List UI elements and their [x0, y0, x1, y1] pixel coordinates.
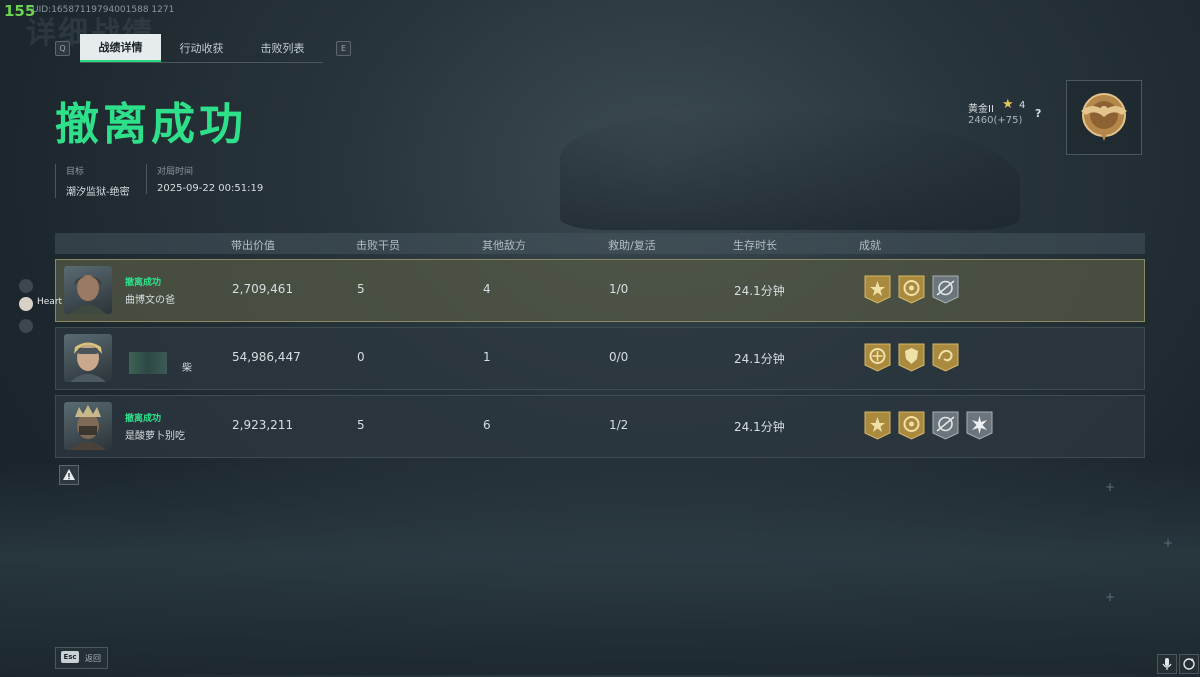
table-row[interactable]: 撤离成功 曲博文の爸 2,709,461 5 4 1/0 24.1分钟	[55, 259, 1145, 322]
player-name: 是酸萝卜别吃	[125, 431, 185, 442]
decor-plus: +	[1163, 536, 1174, 550]
other-kills: 1	[483, 350, 491, 364]
uid-label: UID:16587119794001588 1271	[32, 5, 175, 15]
help-icon[interactable]: ?	[1035, 107, 1041, 120]
survival-time: 24.1分钟	[734, 284, 785, 298]
table-header: 带出价值 击败干员 其他敌方 救助/复活 生存时长 成就	[55, 233, 1145, 254]
target-block: 目标 潮汐监狱-绝密	[55, 164, 130, 198]
side-avatar-placeholder	[19, 319, 33, 333]
extract-value: 54,986,447	[232, 350, 301, 364]
operator-kills: 0	[357, 350, 365, 364]
gold-circle-medal-icon[interactable]	[898, 275, 925, 304]
tab-bar: 战绩详情 行动收获 击败列表	[80, 34, 323, 63]
decor-plus: +	[1105, 590, 1116, 604]
refresh-button[interactable]	[1179, 654, 1199, 674]
back-button[interactable]: Esc 返回	[55, 647, 108, 669]
header-value: 带出价值	[231, 239, 275, 252]
rank-stars: 4	[1019, 100, 1026, 111]
side-player-label[interactable]: Heart	[37, 297, 62, 307]
assist-revive: 0/0	[609, 350, 629, 364]
header-survival: 生存时长	[733, 239, 777, 252]
silver-crosshair-medal-icon[interactable]	[932, 275, 959, 304]
esc-key: Esc	[61, 651, 79, 663]
assist-revive: 1/2	[609, 418, 629, 432]
extract-value: 2,923,211	[232, 418, 294, 432]
target-label: 目标	[66, 167, 85, 177]
other-kills: 4	[483, 282, 491, 296]
extract-value: 2,709,461	[232, 282, 294, 296]
name-mask	[129, 352, 167, 374]
fps-counter: 155	[4, 2, 36, 20]
background-haze	[0, 460, 1200, 675]
player-name: 曲博文の爸	[125, 295, 175, 306]
silver-burst-medal-icon[interactable]	[966, 411, 993, 440]
operator-kills: 5	[357, 418, 365, 432]
decor-plus: +	[1105, 480, 1116, 494]
header-others: 其他敌方	[482, 239, 526, 252]
time-block: 对局时间 2025-09-22 00:51:19	[146, 164, 263, 194]
other-kills: 6	[483, 418, 491, 432]
tab-kill-list[interactable]: 击败列表	[242, 34, 323, 62]
gold-circle-medal-icon[interactable]	[898, 411, 925, 440]
back-label: 返回	[85, 654, 101, 663]
gold-shield-medal-icon[interactable]	[898, 343, 925, 372]
report-button[interactable]	[59, 465, 79, 485]
survival-time: 24.1分钟	[734, 420, 785, 434]
player-name: 柴	[182, 363, 192, 374]
rank-name: 黄金II	[968, 104, 994, 115]
table-row[interactable]: 柴 54,986,447 0 1 0/0 24.1分钟	[55, 327, 1145, 390]
header-kills: 击败干员	[356, 239, 400, 252]
target-value: 潮汐监狱-绝密	[66, 187, 130, 198]
warning-icon	[63, 469, 75, 480]
survival-time: 24.1分钟	[734, 352, 785, 366]
key-hint-q[interactable]: Q	[55, 41, 70, 56]
refresh-icon	[1183, 658, 1195, 670]
silver-crosshair-medal-icon[interactable]	[932, 411, 959, 440]
background-ship	[560, 110, 1020, 230]
result-title: 撤离成功	[55, 99, 247, 150]
table-row[interactable]: 撤离成功 是酸萝卜别吃 2,923,211 5 6 1/2 24.1分钟	[55, 395, 1145, 458]
time-label: 对局时间	[157, 167, 194, 177]
row-status: 撤离成功	[125, 414, 162, 424]
header-achievements: 成就	[859, 239, 881, 252]
header-assist: 救助/复活	[608, 239, 656, 252]
operator-kills: 5	[357, 282, 365, 296]
gold-star-medal-icon[interactable]	[864, 275, 891, 304]
time-value: 2025-09-22 00:51:19	[157, 183, 264, 194]
avatar	[64, 334, 112, 382]
eagle-badge-icon	[1081, 93, 1127, 141]
gold-swirl-medal-icon[interactable]	[932, 343, 959, 372]
assist-revive: 1/0	[609, 282, 629, 296]
microphone-icon	[1162, 658, 1172, 670]
avatar	[64, 266, 112, 314]
key-hint-e[interactable]: E	[336, 41, 351, 56]
side-avatar[interactable]	[19, 297, 33, 311]
avatar	[64, 402, 112, 450]
tab-battle-details[interactable]: 战绩详情	[80, 34, 161, 62]
gold-circle-medal-icon[interactable]	[864, 343, 891, 372]
gold-star-medal-icon[interactable]	[864, 411, 891, 440]
side-avatar-placeholder	[19, 279, 33, 293]
microphone-button[interactable]	[1157, 654, 1177, 674]
rank-badge[interactable]	[1066, 80, 1142, 155]
star-icon: ★	[1002, 97, 1014, 112]
tab-action-rewards[interactable]: 行动收获	[161, 34, 242, 62]
row-status: 撤离成功	[125, 278, 162, 288]
rank-score: 2460(+75)	[968, 115, 1023, 126]
